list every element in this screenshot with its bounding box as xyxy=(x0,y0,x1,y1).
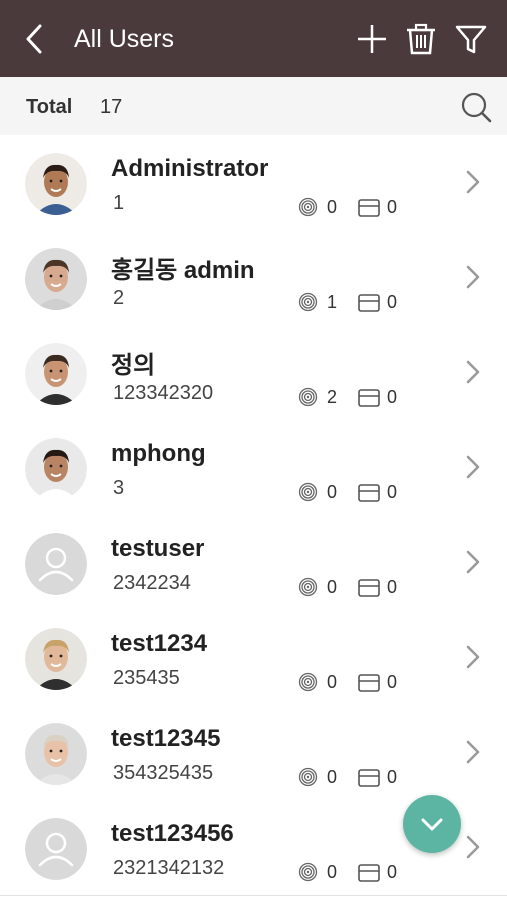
user-name: testuser xyxy=(111,535,205,562)
filter-icon[interactable] xyxy=(454,22,488,56)
user-id: 2342234 xyxy=(113,572,191,594)
avatar xyxy=(25,628,87,690)
fingerprint-count: 0 xyxy=(327,767,338,787)
fingerprint-icon xyxy=(298,292,318,312)
chevron-right-icon xyxy=(466,645,480,669)
fingerprint-icon xyxy=(298,862,318,882)
card-icon xyxy=(358,294,380,312)
user-name: test12345 xyxy=(111,725,221,752)
user-id: 3 xyxy=(113,477,125,499)
page-title: All Users xyxy=(74,25,175,53)
card-icon xyxy=(358,674,380,692)
user-name: test1234 xyxy=(111,630,208,657)
avatar xyxy=(25,438,87,500)
user-id: 235435 xyxy=(113,667,180,689)
chevron-right-icon xyxy=(466,835,480,859)
card-count: 0 xyxy=(387,672,398,692)
user-id: 354325435 xyxy=(113,762,214,784)
fingerprint-icon xyxy=(298,577,318,597)
user-id: 2321342132 xyxy=(113,857,225,879)
card-icon xyxy=(358,199,380,217)
fingerprint-count: 0 xyxy=(327,197,338,217)
fingerprint-count: 0 xyxy=(327,577,338,597)
card-icon xyxy=(358,389,380,407)
user-row[interactable]: test1234 235435 0 0 xyxy=(0,610,507,706)
card-icon xyxy=(358,864,380,882)
user-row[interactable]: 정의 123342320 2 0 xyxy=(0,325,507,421)
fingerprint-count: 0 xyxy=(327,862,338,882)
search-icon[interactable] xyxy=(460,91,492,123)
user-name: 정의 xyxy=(111,352,156,379)
chevron-right-icon xyxy=(466,550,480,574)
total-bar: Total 17 xyxy=(0,77,507,136)
trash-icon[interactable] xyxy=(404,22,438,56)
user-row[interactable]: Administrator 1 0 0 xyxy=(0,135,507,231)
card-icon xyxy=(358,484,380,502)
card-count: 0 xyxy=(387,767,398,787)
card-count: 0 xyxy=(387,387,398,407)
card-icon xyxy=(358,769,380,787)
user-name: Administrator xyxy=(111,155,269,182)
fingerprint-count: 1 xyxy=(327,292,338,312)
user-name: mphong xyxy=(111,440,206,467)
user-id: 1 xyxy=(113,192,125,214)
user-name: 홍길동 admin xyxy=(111,257,255,284)
chevron-right-icon xyxy=(466,740,480,764)
total-label: Total xyxy=(26,96,73,118)
app-header: All Users xyxy=(0,0,507,77)
fingerprint-icon xyxy=(298,767,318,787)
card-count: 0 xyxy=(387,292,398,312)
user-name: test123456 xyxy=(111,820,234,847)
user-id: 123342320 xyxy=(113,382,214,404)
scroll-down-button[interactable] xyxy=(403,795,461,853)
fingerprint-count: 0 xyxy=(327,672,338,692)
add-icon[interactable] xyxy=(355,22,389,56)
fingerprint-count: 0 xyxy=(327,482,338,502)
card-icon xyxy=(358,579,380,597)
user-id: 2 xyxy=(113,287,125,309)
card-count: 0 xyxy=(387,577,398,597)
fingerprint-count: 2 xyxy=(327,387,338,407)
fingerprint-icon xyxy=(298,197,318,217)
user-row[interactable]: testuser 2342234 0 0 xyxy=(0,515,507,611)
card-count: 0 xyxy=(387,862,398,882)
avatar xyxy=(25,248,87,310)
fingerprint-icon xyxy=(298,482,318,502)
avatar xyxy=(25,723,87,785)
card-count: 0 xyxy=(387,197,398,217)
user-placeholder-icon xyxy=(25,818,87,880)
user-row[interactable]: 홍길동 admin 2 1 0 xyxy=(0,230,507,326)
card-count: 0 xyxy=(387,482,398,502)
avatar xyxy=(25,153,87,215)
fingerprint-icon xyxy=(298,387,318,407)
avatar xyxy=(25,343,87,405)
back-arrow-icon[interactable] xyxy=(18,22,52,56)
chevron-right-icon xyxy=(466,170,480,194)
chevron-down-icon xyxy=(421,818,443,831)
user-placeholder-icon xyxy=(25,533,87,595)
fingerprint-icon xyxy=(298,672,318,692)
chevron-right-icon xyxy=(466,360,480,384)
total-count: 17 xyxy=(100,96,123,118)
chevron-right-icon xyxy=(466,265,480,289)
user-row[interactable]: mphong 3 0 0 xyxy=(0,420,507,516)
chevron-right-icon xyxy=(466,455,480,479)
user-row[interactable]: test12345 354325435 0 0 xyxy=(0,705,507,801)
